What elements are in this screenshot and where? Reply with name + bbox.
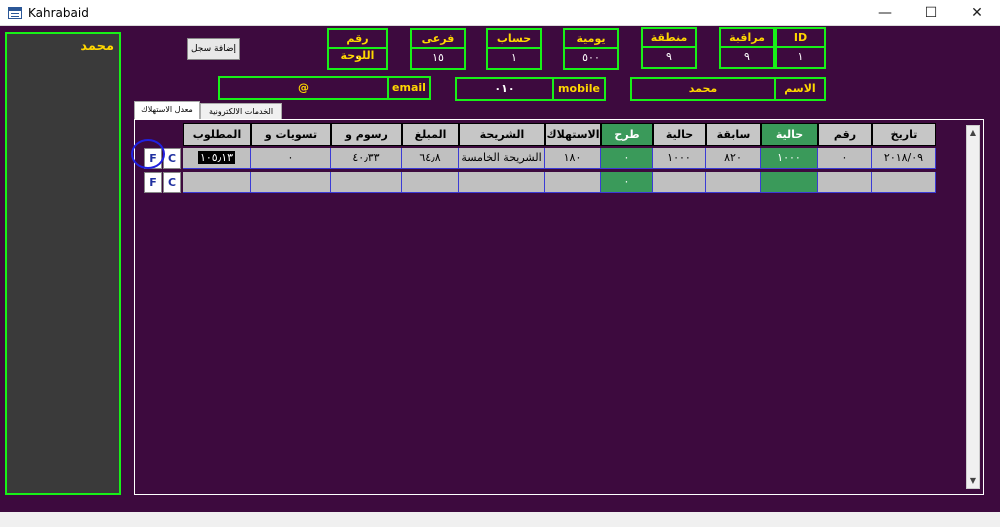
field-value[interactable]: ٩: [643, 48, 695, 67]
sidebar-panel: محمد: [5, 32, 121, 495]
column-header: حالية: [653, 123, 706, 146]
field-plate-number[interactable]: رقم اللوحة ٠: [327, 28, 388, 70]
sidebar-name: محمد: [80, 39, 114, 54]
column-header: المطلوب سداده: [183, 123, 251, 162]
table-cell[interactable]: [653, 172, 706, 193]
table-cell[interactable]: [402, 172, 459, 193]
mobile-value[interactable]: ٠١٠: [455, 77, 554, 101]
vertical-scrollbar[interactable]: ▲ ▼: [966, 125, 980, 489]
row-c-button[interactable]: C: [163, 148, 181, 169]
window-title: Kahrabaid: [28, 6, 89, 20]
column-header: تاريخ الاصدار: [872, 123, 936, 162]
column-header: رسوم و دمغات: [331, 123, 402, 162]
field-label: يومية: [565, 30, 617, 49]
email-value[interactable]: @: [218, 76, 389, 100]
name-value[interactable]: محمد: [630, 77, 776, 101]
column-header: حالية أصل: [761, 123, 818, 162]
email-field[interactable]: email @: [218, 76, 431, 100]
table-cell[interactable]: ٠: [818, 148, 872, 169]
field-value[interactable]: ٥٠٠: [565, 49, 617, 68]
table-cell[interactable]: ٢٠١٨/٠٩: [872, 148, 936, 169]
table-cell[interactable]: [459, 172, 545, 193]
name-field[interactable]: الاسم محمد: [630, 77, 826, 101]
column-header: رقم الفاتورة: [818, 123, 872, 162]
column-header: الاستهلاك: [545, 123, 601, 146]
field-region[interactable]: منطقة ٩: [641, 27, 697, 69]
column-header: تسويات و اقساط: [251, 123, 331, 162]
tab-e-services[interactable]: الخدمات الالكترونية: [200, 103, 282, 120]
table-cell[interactable]: ١٠٠٠: [653, 148, 706, 169]
row-c-button[interactable]: C: [163, 172, 181, 193]
field-label: حساب: [488, 30, 540, 49]
table-cell[interactable]: ١٨٠: [545, 148, 601, 169]
field-value[interactable]: ٠: [329, 49, 386, 68]
field-value[interactable]: ١: [488, 49, 540, 68]
table-cell[interactable]: [872, 172, 936, 193]
table-cell[interactable]: [761, 172, 818, 193]
table-cell[interactable]: ١٠٥٫١٣: [183, 148, 251, 169]
table-cell[interactable]: ٦٤٫٨: [402, 148, 459, 169]
field-value[interactable]: ١: [777, 48, 824, 67]
close-button[interactable]: ✕: [954, 0, 1000, 26]
table-cell[interactable]: ١٠٠٠: [761, 148, 818, 169]
table-cell[interactable]: ٠: [251, 148, 331, 169]
table-cell[interactable]: [706, 172, 761, 193]
field-id[interactable]: ID ١: [775, 27, 826, 69]
field-label: رقم اللوحة: [329, 30, 386, 62]
table-cell[interactable]: ٠: [601, 172, 653, 193]
tab-strip: معدل الاستهلاك الخدمات الالكترونية: [134, 101, 984, 120]
field-value[interactable]: ١٥: [412, 49, 464, 68]
form-area: محمد إضافة سجل ID ١ مراقبة ٩ منطقة ٩ يوم…: [0, 26, 1000, 512]
title-bar: Kahrabaid — ☐ ✕: [0, 0, 1000, 26]
selected-value[interactable]: ١٠٥٫١٣: [197, 151, 236, 164]
field-label: منطقة: [643, 29, 695, 48]
scroll-down-icon[interactable]: ▼: [967, 474, 979, 488]
table-cell[interactable]: ٤٠٫٣٣: [331, 148, 402, 169]
field-label: فرعى: [412, 30, 464, 49]
field-label: مراقبة: [721, 29, 773, 48]
scroll-up-icon[interactable]: ▲: [967, 126, 979, 140]
status-bar: [0, 512, 1000, 527]
maximize-button[interactable]: ☐: [908, 0, 954, 26]
table-cell[interactable]: [251, 172, 331, 193]
mobile-field[interactable]: mobile ٠١٠: [455, 77, 606, 101]
add-record-button[interactable]: إضافة سجل: [187, 38, 240, 60]
column-header: المبلغ: [402, 123, 459, 146]
table-cell[interactable]: ٠: [601, 148, 653, 169]
table-cell[interactable]: ٨٢٠: [706, 148, 761, 169]
name-label: الاسم: [774, 77, 826, 101]
table-cell[interactable]: [545, 172, 601, 193]
table-cell[interactable]: [818, 172, 872, 193]
column-header: الشريحة: [459, 123, 545, 146]
highlight-circle: [131, 139, 165, 169]
field-value[interactable]: ٩: [721, 48, 773, 67]
field-monitor[interactable]: مراقبة ٩: [719, 27, 775, 69]
app-icon: [8, 7, 22, 19]
column-header: سابقة: [706, 123, 761, 146]
tab-consumption-rate[interactable]: معدل الاستهلاك: [134, 101, 200, 120]
field-branch[interactable]: فرعى ١٥: [410, 28, 466, 70]
email-label: email: [387, 76, 431, 100]
field-label: ID: [777, 29, 824, 48]
row-f-button[interactable]: F: [144, 172, 162, 193]
field-daily[interactable]: يومية ٥٠٠: [563, 28, 619, 70]
table-cell[interactable]: [331, 172, 402, 193]
minimize-button[interactable]: —: [862, 0, 908, 26]
field-account[interactable]: حساب ١: [486, 28, 542, 70]
column-header: طرح: [601, 123, 653, 146]
table-cell[interactable]: الشريحة الخامسة: [459, 148, 545, 169]
table-cell[interactable]: [183, 172, 251, 193]
mobile-label: mobile: [552, 77, 606, 101]
